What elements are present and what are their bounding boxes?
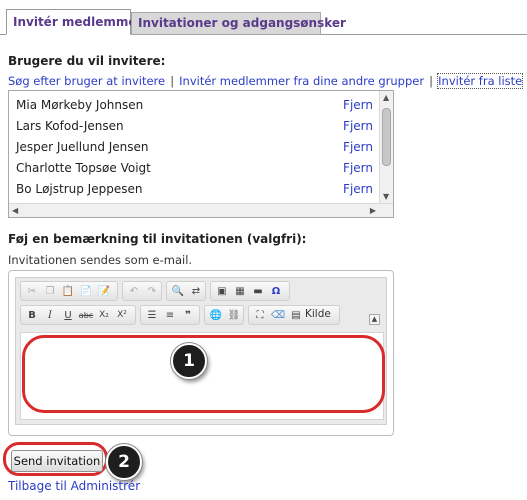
redo-icon[interactable]: ↷	[144, 284, 160, 299]
collapse-toolbar-icon[interactable]: ▲	[369, 314, 380, 325]
source-icon[interactable]: ▤	[288, 308, 304, 323]
horizontal-scrollbar[interactable]: ◀ ▶	[9, 203, 393, 217]
insert-group: ▣ ▦ ▬ Ω	[210, 281, 290, 301]
maximize-icon[interactable]: ⛶	[252, 308, 268, 323]
undo-icon[interactable]: ↶	[126, 284, 142, 299]
invitee-name: Jesper Juellund Jensen	[16, 140, 149, 154]
image-icon[interactable]: ▣	[214, 284, 230, 299]
invitee-name: Charlotte Topsøe Voigt	[16, 161, 151, 175]
scroll-down-icon[interactable]: ▼	[383, 192, 389, 201]
remove-link[interactable]: Fjern	[343, 119, 373, 133]
tab-invite-members[interactable]: Invitér medlemmer	[6, 9, 142, 35]
bullet-list-icon[interactable]: ≡	[162, 308, 178, 323]
list-item: Bo Løjstrup Jeppesen Fjern	[9, 179, 381, 200]
back-to-admin-link[interactable]: Tilbage til Administrér	[8, 479, 140, 493]
search-user-link[interactable]: Søg efter bruger at invitere	[8, 74, 165, 88]
email-info-text: Invitationen sendes som e-mail.	[8, 253, 193, 267]
subscript-icon[interactable]: X₂	[96, 308, 112, 323]
list-item: Mia Mørkeby Johnsen Fjern	[9, 95, 381, 116]
link-group: 🌐 ⛓	[204, 305, 244, 325]
remove-link[interactable]: Fjern	[343, 161, 373, 175]
blockquote-icon[interactable]: ❞	[180, 308, 196, 323]
history-group: ↶ ↷	[122, 281, 162, 301]
scroll-left-icon[interactable]: ◀	[12, 206, 18, 215]
invitee-name: Lars Kofod-Jensen	[16, 119, 124, 133]
cut-icon[interactable]: ✂	[24, 284, 40, 299]
list-item: Jesper Juellund Jensen Fjern	[9, 137, 381, 158]
horizontal-rule-icon[interactable]: ▬	[250, 284, 266, 299]
invite-source-links: Søg efter bruger at invitere | Invitér m…	[8, 70, 524, 89]
format-group: B I U abc X₂ X²	[20, 305, 136, 325]
invitee-list[interactable]: Mia Mørkeby Johnsen Fjern Lars Kofod-Jen…	[8, 90, 394, 218]
scroll-up-icon[interactable]: ▲	[383, 93, 389, 102]
tab-invitations-and-requests[interactable]: Invitationer og adgangsønsker	[131, 12, 346, 35]
list-item: Lars Kofod-Jensen Fjern	[9, 116, 381, 137]
underline-icon[interactable]: U	[60, 308, 76, 323]
vertical-scrollbar[interactable]: ▲ ▼	[379, 91, 393, 203]
replace-icon[interactable]: ⇄	[188, 284, 204, 299]
list-item: Charlotte Topsøe Voigt Fjern	[9, 158, 381, 179]
link-separator: |	[170, 74, 175, 88]
remove-link[interactable]: Fjern	[343, 140, 373, 154]
send-invitation-button[interactable]: Send invitation	[11, 450, 103, 472]
special-char-icon[interactable]: Ω	[268, 284, 284, 299]
copy-icon[interactable]: ❐	[42, 284, 58, 299]
remove-format-icon[interactable]: ⌫	[270, 308, 286, 323]
callout-badge-1: 1	[171, 343, 207, 379]
scroll-right-icon[interactable]: ▶	[370, 206, 376, 215]
editor-highlight-ring	[22, 335, 385, 413]
scroll-thumb[interactable]	[382, 108, 391, 166]
list-group: ☰ ≡ ❞	[140, 305, 200, 325]
invite-from-list-link[interactable]: Invitér fra liste	[437, 73, 524, 89]
remove-link[interactable]: Fjern	[343, 182, 373, 196]
tools-group: ⛶ ⌫ ▤ Kilde	[248, 305, 340, 325]
callout-badge-2: 2	[106, 444, 142, 480]
invitee-name: Bo Løjstrup Jeppesen	[16, 182, 143, 196]
note-heading: Føj en bemærkning til invitationen (valg…	[8, 232, 307, 246]
find-icon[interactable]: 🔍	[170, 284, 186, 299]
link-separator: |	[429, 74, 434, 88]
italic-icon[interactable]: I	[42, 308, 58, 323]
remove-link[interactable]: Fjern	[343, 98, 373, 112]
invitee-name: Mia Mørkeby Johnsen	[16, 98, 144, 112]
bold-icon[interactable]: B	[24, 308, 40, 323]
paste-icon[interactable]: 📋	[60, 284, 76, 299]
strike-icon[interactable]: abc	[78, 308, 94, 323]
unlink-icon[interactable]: ⛓	[226, 308, 242, 323]
paste-text-icon[interactable]: 📄	[78, 284, 94, 299]
paste-word-icon[interactable]: 📝	[96, 284, 112, 299]
clipboard-group: ✂ ❐ 📋 📄 📝	[20, 281, 118, 301]
link-icon[interactable]: 🌐	[208, 308, 224, 323]
source-button-label[interactable]: Kilde	[305, 308, 331, 320]
table-icon[interactable]: ▦	[232, 284, 248, 299]
invite-from-groups-link[interactable]: Invitér medlemmer fra dine andre grupper	[179, 74, 424, 88]
superscript-icon[interactable]: X²	[114, 308, 130, 323]
invite-users-heading: Brugere du vil invitere:	[8, 54, 166, 68]
search-group: 🔍 ⇄	[166, 281, 206, 301]
numbered-list-icon[interactable]: ☰	[144, 308, 160, 323]
